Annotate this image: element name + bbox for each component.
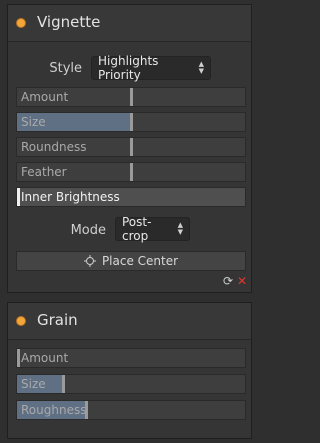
vignette-header[interactable]: Vignette bbox=[8, 5, 251, 42]
slider-label: Amount bbox=[21, 90, 69, 104]
vignette-panel: Vignette Style Highlights Priority ▲ ▼ Am… bbox=[7, 4, 252, 293]
style-dropdown[interactable]: Highlights Priority ▲ ▼ bbox=[91, 54, 211, 82]
slider-label: Roughness bbox=[21, 403, 87, 417]
slider-feather[interactable]: Feather bbox=[16, 162, 246, 182]
style-label: Style bbox=[49, 61, 82, 76]
slider-grain-size[interactable]: Size bbox=[16, 374, 246, 394]
updown-icon: ▲ ▼ bbox=[198, 60, 204, 75]
slider-label: Size bbox=[21, 377, 46, 391]
slider-handle[interactable] bbox=[130, 138, 133, 156]
mode-dropdown[interactable]: Post-crop ▲ ▼ bbox=[115, 215, 190, 243]
slider-handle[interactable] bbox=[62, 375, 65, 393]
slider-label: Roundness bbox=[21, 140, 87, 154]
mode-label: Mode bbox=[70, 223, 106, 238]
enable-toggle-icon[interactable] bbox=[16, 316, 26, 326]
slider-amount[interactable]: Amount bbox=[16, 87, 246, 107]
crosshair-icon bbox=[83, 255, 96, 267]
slider-size[interactable]: Size bbox=[16, 112, 246, 132]
slider-handle[interactable] bbox=[17, 349, 20, 367]
slider-label: Feather bbox=[21, 165, 67, 179]
slider-roundness[interactable]: Roundness bbox=[16, 137, 246, 157]
slider-inner-brightness[interactable]: Inner Brightness bbox=[16, 187, 246, 207]
slider-label: Size bbox=[21, 115, 46, 129]
slider-handle[interactable] bbox=[130, 113, 133, 131]
grain-header[interactable]: Grain bbox=[8, 303, 251, 340]
place-center-label: Place Center bbox=[101, 254, 179, 268]
slider-grain-roughness[interactable]: Roughness bbox=[16, 400, 246, 420]
panel-title: Grain bbox=[37, 311, 78, 329]
slider-label: Amount bbox=[21, 351, 69, 365]
place-center-button[interactable]: Place Center bbox=[16, 251, 246, 271]
close-icon[interactable]: ✕ bbox=[237, 275, 247, 287]
slider-handle[interactable] bbox=[130, 88, 133, 106]
slider-handle[interactable] bbox=[17, 188, 20, 206]
panel-title: Vignette bbox=[37, 13, 101, 31]
slider-label: Inner Brightness bbox=[21, 190, 120, 204]
reset-icon[interactable]: ⟳ bbox=[223, 275, 233, 287]
style-value: Highlights Priority bbox=[98, 54, 159, 82]
updown-icon: ▲ ▼ bbox=[177, 221, 183, 236]
slider-handle[interactable] bbox=[130, 163, 133, 181]
enable-toggle-icon[interactable] bbox=[16, 18, 26, 28]
mode-value: Post-crop bbox=[122, 215, 152, 243]
grain-panel: Grain Amount Size Roughness bbox=[7, 302, 252, 439]
slider-grain-amount[interactable]: Amount bbox=[16, 348, 246, 368]
